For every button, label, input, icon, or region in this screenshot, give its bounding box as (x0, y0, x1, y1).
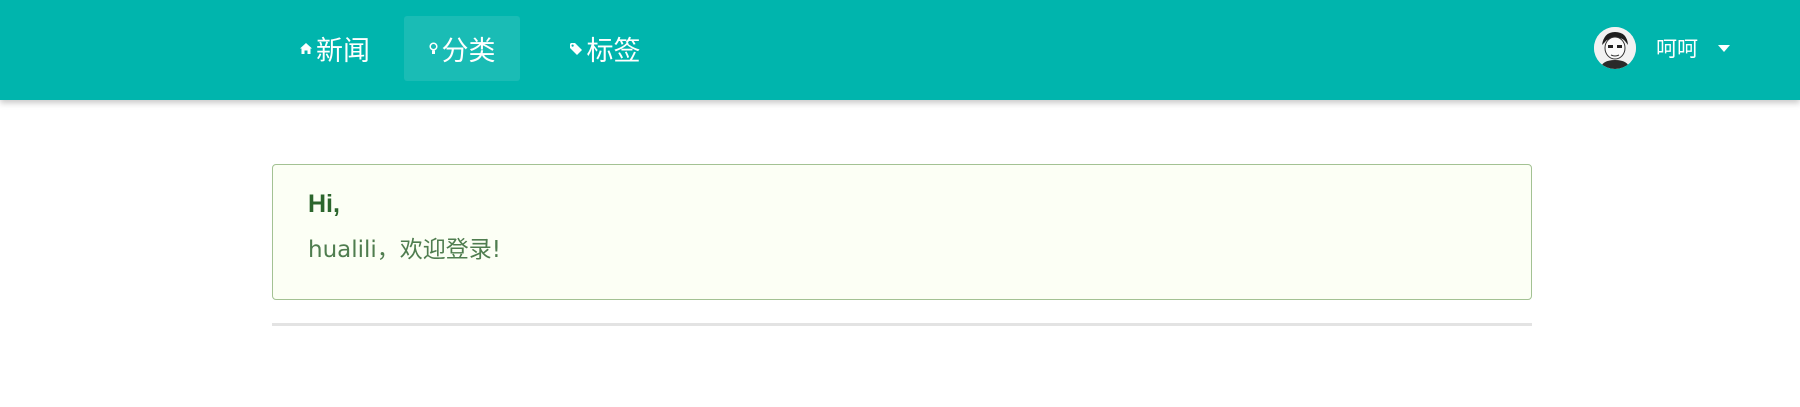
user-menu[interactable]: 呵呵 (1594, 26, 1730, 70)
user-name: 呵呵 (1656, 37, 1698, 61)
lightbulb-icon (428, 42, 438, 55)
nav-item-label: 分类 (441, 36, 496, 67)
tag-icon (569, 42, 583, 55)
nav-item-news[interactable]: 新闻 (280, 16, 390, 81)
message-body: hualili，欢迎登录! (308, 237, 502, 263)
avatar-icon (1594, 27, 1636, 69)
message-header: Hi, (308, 190, 340, 218)
avatar[interactable] (1594, 27, 1636, 69)
divider (272, 323, 1532, 326)
nav-item-category[interactable]: 分类 (404, 16, 520, 81)
nav-item-tags[interactable]: 标签 (550, 16, 660, 81)
nav-item-label: 新闻 (316, 36, 370, 67)
nav-item-label: 标签 (586, 36, 641, 67)
success-message: Hi, hualili，欢迎登录! (272, 164, 1532, 300)
caret-down-icon[interactable] (1718, 44, 1730, 52)
home-icon (300, 43, 312, 54)
top-navbar: 新闻 分类 标签 呵呵 (0, 0, 1800, 100)
